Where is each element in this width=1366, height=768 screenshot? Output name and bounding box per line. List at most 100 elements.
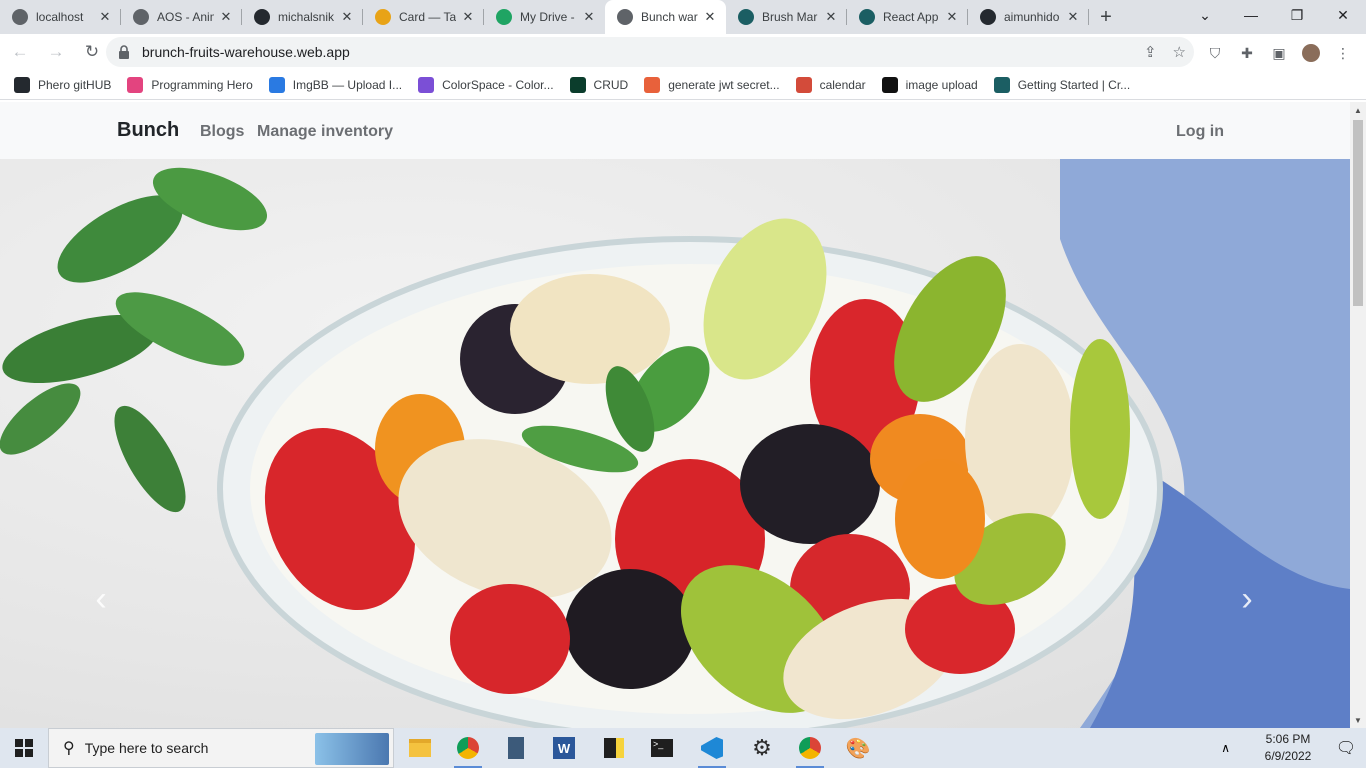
settings-gear-icon[interactable]: ⚙ — [738, 728, 786, 768]
github-icon — [254, 9, 270, 25]
tab-search-icon[interactable]: ⌄ — [1182, 0, 1228, 30]
tab-strip: localhost ✕ AOS - Anim ✕ michalsnik ✕ Card — T… — [0, 0, 1366, 34]
tab-close-icon[interactable]: ✕ — [823, 9, 839, 25]
terminal-icon[interactable]: >_ — [638, 728, 686, 768]
calendar-icon — [795, 76, 812, 93]
tab-title: My Drive - — [520, 10, 575, 24]
bookmark-star-icon[interactable]: ☆ — [1173, 43, 1186, 61]
search-highlight-icon — [315, 733, 389, 765]
new-tab-button[interactable]: + — [1089, 0, 1123, 34]
browser-toolbar: ← → ↻ brunch-fruits-warehouse.web.app ⇪ … — [0, 34, 1366, 70]
bookmark-label: CRUD — [593, 77, 629, 92]
medium-icon — [881, 76, 898, 93]
scroll-down-icon[interactable]: ▼ — [1350, 712, 1366, 728]
tab-title: Bunch war — [641, 10, 698, 24]
vscode-icon[interactable] — [688, 728, 736, 768]
side-panel-icon[interactable]: ▣ — [1270, 44, 1288, 62]
chrome-active-icon[interactable] — [786, 728, 834, 768]
sticky-notes-icon[interactable] — [590, 728, 638, 768]
bookmark-item[interactable]: CRUD — [569, 76, 629, 93]
site-brand[interactable]: Bunch — [117, 119, 179, 142]
jwt-icon — [644, 76, 661, 93]
browser-tab[interactable]: michalsnik ✕ — [242, 0, 363, 34]
react-icon — [993, 76, 1010, 93]
browser-tab[interactable]: AOS - Anim ✕ — [121, 0, 242, 34]
carousel-prev-icon[interactable]: ‹ — [86, 579, 116, 619]
tray-chevron-icon[interactable]: ∧ — [1221, 741, 1230, 755]
bookmark-item[interactable]: image upload — [881, 76, 978, 93]
reload-icon[interactable]: ↻ — [76, 36, 108, 68]
profile-avatar[interactable] — [1302, 44, 1320, 62]
minimize-icon[interactable]: — — [1228, 0, 1274, 30]
calculator-icon[interactable] — [492, 728, 540, 768]
restore-icon[interactable]: ❐ — [1274, 0, 1320, 30]
tab-close-icon[interactable]: ✕ — [460, 9, 476, 25]
close-window-icon[interactable]: ✕ — [1320, 0, 1366, 30]
github-icon — [980, 9, 996, 25]
bookmark-label: ColorSpace - Color... — [442, 77, 554, 92]
paint-icon[interactable]: 🎨 — [834, 728, 882, 768]
react-icon — [738, 9, 754, 25]
bookmark-item[interactable]: Programming Hero — [127, 76, 253, 93]
bookmark-item[interactable]: calendar — [795, 76, 866, 93]
browser-tab[interactable]: localhost ✕ — [0, 0, 121, 34]
tab-title: Brush Mar — [762, 10, 818, 24]
bookmark-item[interactable]: ColorSpace - Color... — [418, 76, 554, 93]
tab-close-icon[interactable]: ✕ — [218, 9, 234, 25]
bookmark-label: calendar — [819, 77, 866, 92]
scroll-up-icon[interactable]: ▲ — [1350, 102, 1366, 118]
browser-tab[interactable]: Bunch war ✕ — [605, 0, 726, 34]
extension-shield-icon[interactable]: ⛉ — [1206, 44, 1224, 62]
browser-tab[interactable]: Brush Mar ✕ — [726, 0, 847, 34]
tab-title: localhost — [36, 10, 84, 24]
share-icon[interactable]: ⇪ — [1144, 43, 1157, 61]
nav-link-manage-inventory[interactable]: Manage inventory — [257, 123, 393, 141]
bookmark-item[interactable]: Phero gitHUB — [14, 76, 111, 93]
bookmark-label: ImgBB — Upload I... — [292, 77, 403, 92]
tab-close-icon[interactable]: ✕ — [944, 9, 960, 25]
bookmark-item[interactable]: generate jwt secret... — [644, 76, 780, 93]
chrome-icon[interactable] — [444, 728, 492, 768]
back-icon[interactable]: ← — [4, 36, 36, 68]
browser-tab[interactable]: aimunhido ✕ — [968, 0, 1089, 34]
tab-close-icon[interactable]: ✕ — [581, 9, 597, 25]
tailwind-icon — [375, 9, 391, 25]
bookmark-item[interactable]: Getting Started | Cr... — [993, 76, 1130, 93]
hero-carousel: ‹ › — [0, 159, 1350, 728]
nav-link-blogs[interactable]: Blogs — [200, 123, 244, 141]
scroll-thumb[interactable] — [1353, 120, 1363, 306]
word-icon[interactable]: W — [540, 728, 588, 768]
tab-title: michalsnik — [278, 10, 335, 24]
site-navbar: Bunch Blogs Manage inventory Log in — [0, 102, 1350, 159]
bookmark-label: image upload — [905, 77, 978, 92]
browser-tab[interactable]: React App ✕ — [847, 0, 968, 34]
tab-close-icon[interactable]: ✕ — [1065, 9, 1081, 25]
search-placeholder: Type here to search — [84, 740, 209, 756]
browser-tab[interactable]: My Drive - ✕ — [484, 0, 605, 34]
menu-kebab-icon[interactable]: ⋮ — [1334, 44, 1352, 62]
extensions-puzzle-icon[interactable]: ✚ — [1238, 44, 1256, 62]
tab-close-icon[interactable]: ✕ — [339, 9, 355, 25]
forward-icon[interactable]: → — [40, 36, 72, 68]
taskbar-search-box[interactable]: ⚲ Type here to search — [48, 728, 394, 768]
bookmark-item[interactable]: ImgBB — Upload I... — [268, 76, 403, 93]
github-icon — [14, 76, 30, 93]
page-scrollbar[interactable]: ▲ ▼ — [1350, 102, 1366, 728]
notification-icon[interactable]: 🗨 — [1326, 738, 1366, 758]
bookmarks-bar: Phero gitHUB Programming Hero ImgBB — Uplo… — [0, 70, 1366, 100]
browser-tab[interactable]: Card — Ta ✕ — [363, 0, 484, 34]
system-tray: ∧ 5:06 PM 6/9/2022 🗨 — [1221, 728, 1366, 768]
login-link[interactable]: Log in — [1176, 123, 1224, 141]
react-icon — [12, 9, 28, 25]
tab-close-icon[interactable]: ✕ — [702, 9, 718, 25]
tab-close-icon[interactable]: ✕ — [97, 9, 113, 25]
address-bar[interactable]: brunch-fruits-warehouse.web.app ⇪ ☆ — [106, 37, 1194, 67]
windows-start-icon[interactable] — [0, 728, 48, 768]
imgbb-icon — [268, 76, 285, 93]
fruit-salad-image — [0, 159, 1350, 728]
clock-date: 6/9/2022 — [1264, 749, 1312, 763]
carousel-next-icon[interactable]: › — [1232, 579, 1262, 619]
globe-icon — [617, 9, 633, 25]
clock[interactable]: 5:06 PM 6/9/2022 — [1250, 731, 1326, 765]
file-explorer-icon[interactable] — [396, 728, 444, 768]
